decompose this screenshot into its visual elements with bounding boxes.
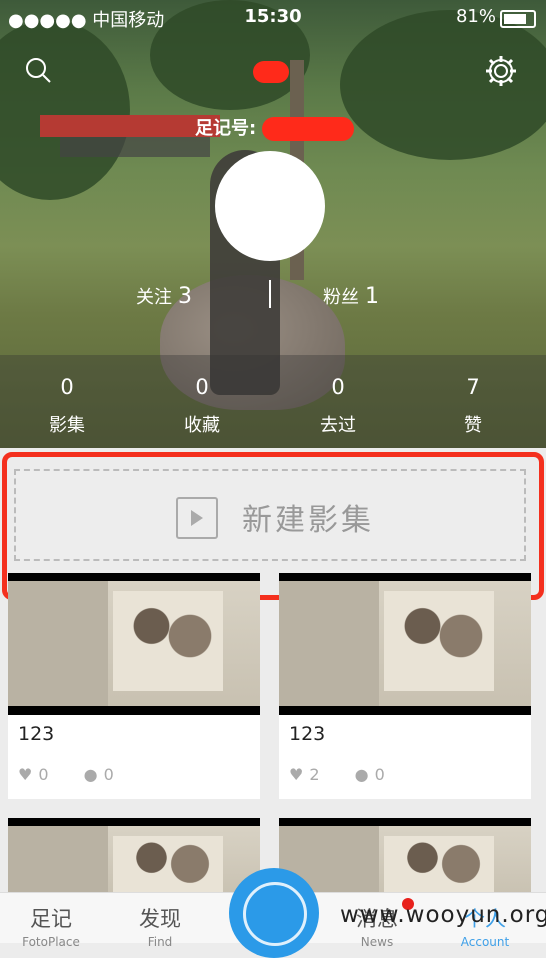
following-count[interactable]: 关注 3	[136, 283, 192, 309]
album-cover	[8, 818, 260, 898]
heart-icon[interactable]: ♥	[289, 765, 303, 784]
battery-percent: 81%	[455, 6, 496, 27]
comments-count: 0	[103, 765, 114, 784]
followers-value: 1	[365, 284, 379, 309]
following-label: 关注	[136, 287, 172, 308]
likes-count: 2	[309, 765, 320, 784]
tab-sublabel: FotoPlace	[22, 935, 80, 949]
battery-icon	[500, 10, 536, 28]
album-card[interactable]: 123 ♥ 2 ● 0	[279, 573, 531, 799]
likes-count: 0	[38, 765, 49, 784]
avatar[interactable]	[215, 151, 325, 261]
following-value: 3	[178, 284, 192, 309]
comment-icon[interactable]: ●	[84, 765, 98, 784]
followers-count[interactable]: 粉丝 1	[323, 283, 379, 309]
gear-icon[interactable]	[484, 54, 518, 88]
followers-label: 粉丝	[323, 287, 359, 308]
album-title: 123	[289, 723, 326, 745]
stat-likes[interactable]: 7 赞	[433, 375, 513, 437]
stat-visited[interactable]: 0 去过	[298, 375, 378, 437]
search-icon[interactable]	[24, 56, 52, 84]
stat-value: 0	[331, 375, 345, 399]
stat-value: 0	[195, 375, 209, 399]
stat-label: 赞	[464, 415, 482, 436]
tab-label: 发现	[139, 907, 181, 931]
tab-find[interactable]: 发现 Find	[115, 903, 205, 949]
footprint-id-label: 足记号:	[195, 118, 257, 139]
tab-sublabel: Account	[460, 935, 510, 949]
follow-divider	[269, 280, 271, 308]
album-card[interactable]	[279, 818, 531, 898]
comments-count: 0	[374, 765, 385, 784]
album-title: 123	[18, 723, 55, 745]
status-bar: ●●●●● 中国移动 15:30 81%	[0, 0, 546, 36]
tab-fotoplace[interactable]: 足记 FotoPlace	[6, 903, 96, 949]
tab-sublabel: Find	[147, 935, 173, 949]
album-cover	[279, 573, 531, 715]
stat-value: 0	[60, 375, 74, 399]
watermark: www.wooyun.org	[340, 902, 546, 928]
tab-sublabel: News	[360, 935, 394, 949]
stat-favorites[interactable]: 0 收藏	[162, 375, 242, 437]
redacted-footprint-id	[262, 117, 354, 141]
redacted-username	[253, 61, 289, 83]
stat-label: 收藏	[184, 415, 220, 436]
tab-label: 足记	[30, 907, 72, 931]
camera-button[interactable]	[229, 868, 319, 958]
album-meta: ♥ 0 ● 0	[18, 765, 134, 784]
album-cover	[279, 818, 531, 898]
stat-albums[interactable]: 0 影集	[27, 375, 107, 437]
stat-label: 去过	[320, 415, 356, 436]
album-meta: ♥ 2 ● 0	[289, 765, 405, 784]
stat-label: 影集	[49, 415, 85, 436]
album-card[interactable]: 123 ♥ 0 ● 0	[8, 573, 260, 799]
stat-value: 7	[466, 375, 480, 399]
album-card[interactable]	[8, 818, 260, 898]
camera-lens-icon	[243, 882, 307, 946]
comment-icon[interactable]: ●	[355, 765, 369, 784]
heart-icon[interactable]: ♥	[18, 765, 32, 784]
album-cover	[8, 573, 260, 715]
